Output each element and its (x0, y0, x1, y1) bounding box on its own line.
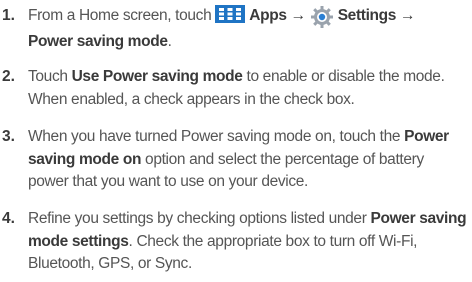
step-3-text-a: When you have turned Power saving mode o… (28, 128, 405, 145)
step-text: When you have turned Power saving mode o… (28, 126, 468, 194)
step-4-text-a: Refine you settings by checking options … (28, 210, 371, 227)
step-2-text-a: Touch (28, 68, 72, 85)
use-power-saving-mode-label: Use Power saving mode (71, 68, 243, 85)
step-1-intro: From a Home screen, touch (28, 7, 216, 24)
arrow-2: → (396, 7, 416, 24)
step-number: 4. (2, 210, 15, 227)
step-number: 1. (2, 7, 15, 24)
power-saving-mode-label: Power saving mode (28, 32, 168, 50)
step-number: 3. (2, 128, 15, 145)
arrow-1: → (286, 7, 310, 24)
apps-grid-icon (215, 5, 246, 31)
step-text: Touch Use Power saving mode to enable or… (28, 66, 468, 111)
step-text: From a Home screen, touch Apps → Setting… (28, 5, 468, 53)
settings-label: Settings (337, 7, 397, 24)
step-1-end: . (167, 32, 172, 50)
settings-gear-icon (310, 5, 334, 31)
step-number: 2. (2, 68, 15, 85)
step-text: Refine you settings by checking options … (28, 208, 468, 276)
apps-label: Apps (249, 7, 287, 24)
